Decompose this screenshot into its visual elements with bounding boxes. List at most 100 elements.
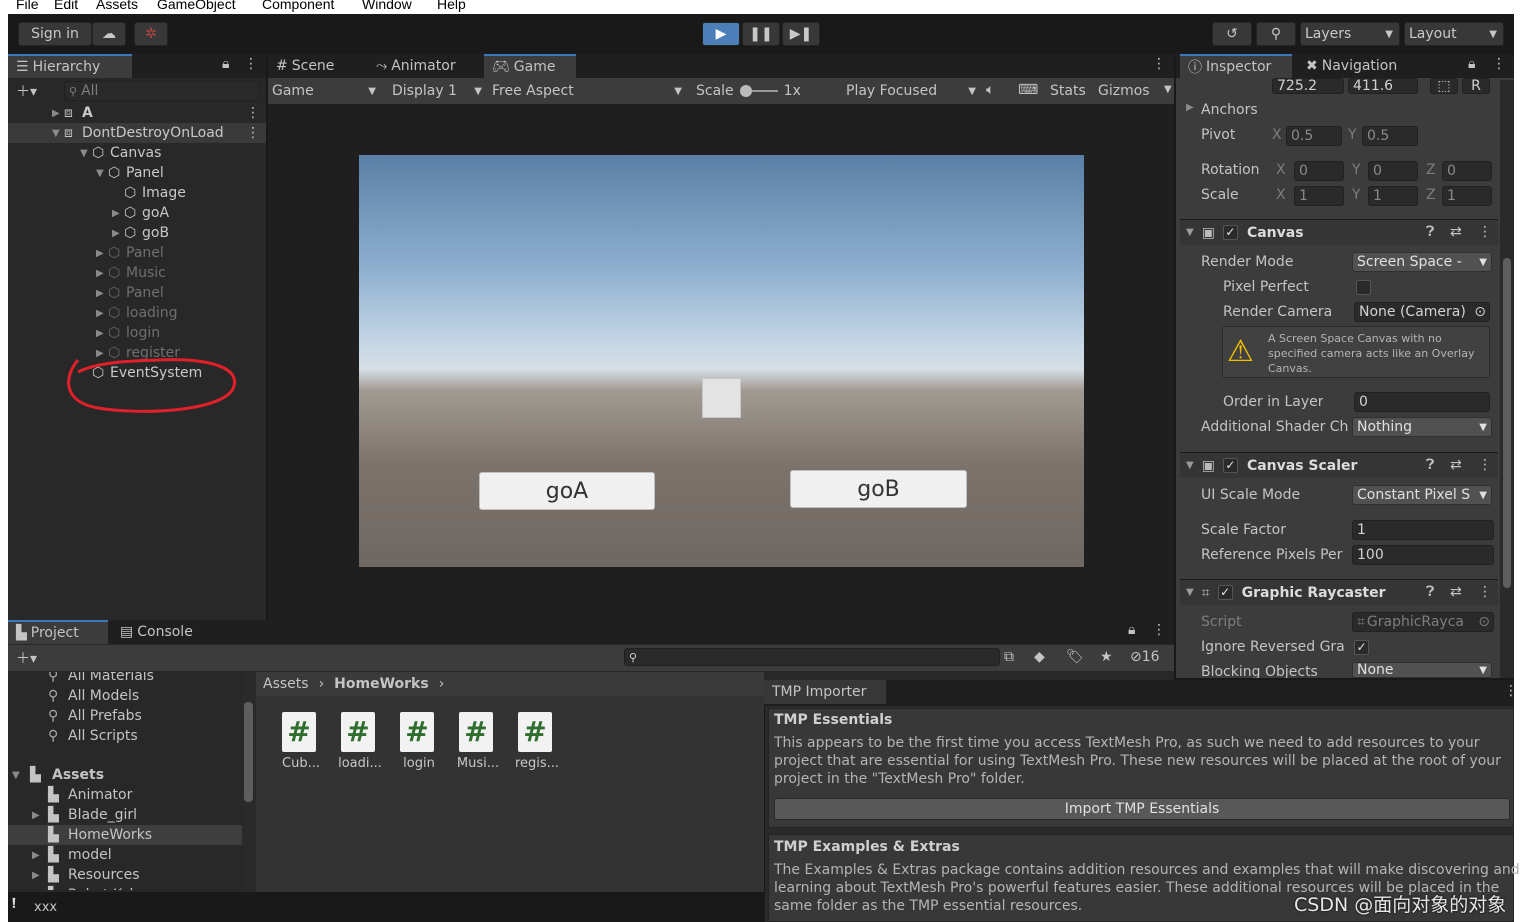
star-icon[interactable]: ★ xyxy=(1100,649,1113,665)
keyboard-icon[interactable]: ⌨ xyxy=(1018,82,1038,98)
ignore-reversed-checkbox[interactable]: ✓ xyxy=(1354,640,1369,655)
display-dropdown[interactable]: Display 1 ▼ xyxy=(392,80,484,102)
canvas-scaler-checkbox[interactable]: ✓ xyxy=(1222,458,1238,473)
reference-pixels-field[interactable]: 100 xyxy=(1352,545,1494,565)
more-icon[interactable]: ⋮ xyxy=(1504,683,1518,699)
menu-component[interactable]: Component xyxy=(262,0,334,12)
script-file[interactable]: # regis... xyxy=(512,710,562,774)
chevron-right-icon[interactable]: ▶ xyxy=(32,890,40,891)
raycaster-checkbox[interactable]: ✓ xyxy=(1217,585,1233,600)
hierarchy-item[interactable]: ▼ ⬡ Canvas xyxy=(8,143,266,163)
rotation-z-field[interactable]: 0 xyxy=(1442,161,1492,181)
height-field[interactable]: 411.6 xyxy=(1348,78,1418,94)
chevron-right-icon[interactable]: ▶ xyxy=(32,850,40,861)
pivot-y-field[interactable]: 0.5 xyxy=(1362,126,1418,146)
more-icon[interactable]: ⋮ xyxy=(1492,56,1506,72)
chevron-right-icon[interactable]: ▶ xyxy=(1186,102,1194,113)
layout-dropdown[interactable]: Layout ▼ xyxy=(1404,22,1504,46)
lock-icon[interactable]: 🔒︎ xyxy=(222,56,229,72)
object-picker-icon[interactable]: ⊙ xyxy=(1474,304,1486,320)
script-file[interactable]: # Cub... xyxy=(276,710,326,774)
chevron-down-icon[interactable]: ▼ xyxy=(80,148,88,159)
more-icon[interactable]: ⋮ xyxy=(246,125,260,141)
menu-gameobject[interactable]: GameObject xyxy=(157,0,236,12)
folder-item[interactable]: ▙ HomeWorks xyxy=(8,825,242,845)
tab-animator[interactable]: ⤳ Animator xyxy=(368,54,478,78)
chevron-right-icon[interactable]: ▶ xyxy=(112,228,120,239)
stats-button[interactable]: Stats xyxy=(1050,83,1086,99)
preset-icon[interactable]: ⇄ xyxy=(1450,224,1462,240)
rotation-x-field[interactable]: 0 xyxy=(1294,161,1344,181)
folder-item[interactable]: ▶ ▙ Blade_girl xyxy=(8,805,242,825)
folder-item[interactable]: ▙ Animator xyxy=(8,785,242,805)
status-text[interactable]: xxx xyxy=(34,900,57,915)
sign-in-button[interactable]: Sign in xyxy=(18,22,92,46)
menu-file[interactable]: File xyxy=(16,0,39,12)
menu-assets[interactable]: Assets xyxy=(96,0,138,12)
gob-button[interactable]: goB xyxy=(790,470,967,508)
ui-scale-mode-dropdown[interactable]: Constant Pixel S ▼ xyxy=(1352,485,1492,505)
chevron-right-icon[interactable]: ▶ xyxy=(96,268,104,279)
tab-hierarchy[interactable]: ☰ Hierarchy xyxy=(8,54,132,78)
favorite-item[interactable]: ⚲ All Models xyxy=(8,686,242,706)
tree-scrollbar[interactable] xyxy=(242,672,256,890)
play-focused-dropdown[interactable]: Play Focused ▼ xyxy=(846,80,976,102)
search-by-type-icon[interactable]: ⧉ xyxy=(1004,649,1014,665)
hidden-packages-button[interactable]: ⊘16 xyxy=(1130,649,1160,665)
tab-tmp-importer[interactable]: TMP Importer xyxy=(764,680,886,704)
script-file[interactable]: # Musi... xyxy=(453,710,503,774)
tab-project[interactable]: ▙ Project xyxy=(8,620,108,644)
tab-scene[interactable]: # Scene xyxy=(268,54,364,78)
graphic-raycaster-header[interactable]: ▼ ⌗ ✓ Graphic Raycaster ❓︎ ⇄ ⋮ xyxy=(1180,579,1498,605)
render-camera-field[interactable]: None (Camera) ⊙ xyxy=(1354,302,1490,322)
script-file[interactable]: # login xyxy=(394,710,444,774)
folder-item[interactable]: ▶ ▙ Robot Kyle xyxy=(8,885,242,890)
search-icon[interactable]: ⚲ xyxy=(1256,22,1296,46)
step-button[interactable]: ▶❚ xyxy=(782,22,820,46)
canvas-scaler-header[interactable]: ▼ ▣ ✓ Canvas Scaler ❓︎ ⇄ ⋮ xyxy=(1180,452,1498,478)
aspect-dropdown[interactable]: Free Aspect ▼ xyxy=(492,80,686,102)
blocking-objects-dropdown[interactable]: None ▼ xyxy=(1352,662,1492,678)
chevron-down-icon[interactable]: ▼ xyxy=(96,168,104,179)
anchors-label[interactable]: Anchors xyxy=(1201,102,1258,118)
help-icon[interactable]: ❓︎ xyxy=(1426,224,1434,240)
hierarchy-item[interactable]: ▶ ⬡ Panel xyxy=(8,243,266,263)
blueprint-icon[interactable]: ⬚ xyxy=(1430,78,1458,94)
raw-edit-button[interactable]: R xyxy=(1462,78,1490,94)
history-icon[interactable]: ↺ xyxy=(1212,22,1252,46)
game-viewport[interactable]: goA goB xyxy=(359,155,1084,567)
favorite-item[interactable]: ⚲ All Scripts xyxy=(8,726,242,746)
chevron-right-icon[interactable]: ▶ xyxy=(112,208,120,219)
cloud-icon[interactable]: ☁ xyxy=(92,22,126,46)
import-tmp-essentials-button[interactable]: Import TMP Essentials xyxy=(774,798,1510,820)
tab-navigation[interactable]: ✖ Navigation xyxy=(1298,54,1418,78)
hierarchy-item[interactable]: ▶ ⬡ Music xyxy=(8,263,266,283)
menu-help[interactable]: Help xyxy=(437,0,466,12)
menu-window[interactable]: Window xyxy=(362,0,412,12)
more-icon[interactable]: ⋮ xyxy=(1478,457,1492,473)
lock-icon[interactable]: 🔒︎ xyxy=(1468,56,1475,72)
assets-root[interactable]: ▼ ▙ Assets xyxy=(8,765,242,785)
add-icon[interactable]: ＋▾ xyxy=(16,648,37,668)
more-icon[interactable]: ⋮ xyxy=(1152,56,1166,72)
chevron-right-icon[interactable]: ▶ xyxy=(96,328,104,339)
lock-icon[interactable]: 🔒︎ xyxy=(1128,622,1135,638)
help-icon[interactable]: ❓︎ xyxy=(1426,584,1434,600)
label-icon[interactable]: 🏷︎ xyxy=(1066,649,1084,665)
canvas-component-header[interactable]: ▼ ▣ ✓ Canvas ❓︎ ⇄ ⋮ xyxy=(1180,219,1498,245)
more-icon[interactable]: ⋮ xyxy=(246,105,260,121)
play-button[interactable]: ▶ xyxy=(702,22,740,46)
shader-channels-dropdown[interactable]: Nothing ▼ xyxy=(1352,417,1492,437)
preset-icon[interactable]: ⇄ xyxy=(1450,457,1462,473)
folder-item[interactable]: ▶ ▙ Resources xyxy=(8,865,242,885)
chevron-right-icon[interactable]: ▶ xyxy=(32,810,40,821)
scrollbar-thumb[interactable] xyxy=(244,702,253,802)
collab-icon[interactable]: ✲ xyxy=(134,22,168,46)
scale-thumb[interactable] xyxy=(739,85,752,97)
scale-slider[interactable]: Scale 1x xyxy=(696,80,840,102)
scrollbar-thumb[interactable] xyxy=(1503,258,1511,588)
game-view-dropdown[interactable]: Game ▼ xyxy=(272,80,380,102)
chevron-right-icon[interactable]: ▶ xyxy=(96,248,104,259)
filter-type-icon[interactable]: ◆ xyxy=(1034,649,1045,665)
tab-console[interactable]: ▤ Console xyxy=(112,620,212,644)
